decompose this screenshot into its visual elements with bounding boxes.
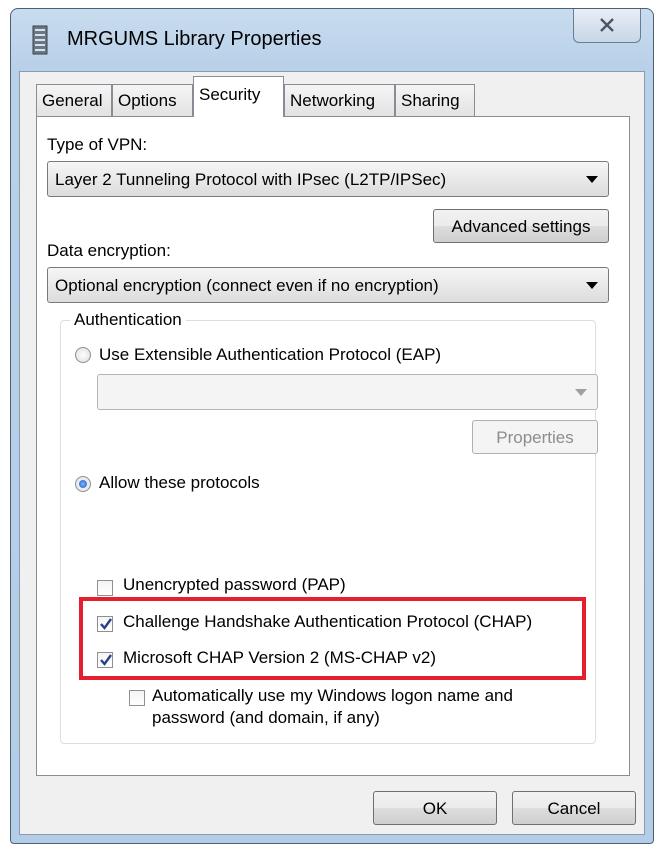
vpn-type-select[interactable]: Layer 2 Tunneling Protocol with IPsec (L… xyxy=(47,161,609,197)
close-button[interactable] xyxy=(573,9,641,43)
data-encryption-label: Data encryption: xyxy=(47,241,171,260)
title-bar[interactable]: MRGUMS Library Properties xyxy=(11,9,653,71)
cancel-button[interactable]: Cancel xyxy=(512,791,636,825)
vpn-type-label: Type of VPN: xyxy=(47,135,148,154)
auto-logon-label-line1[interactable]: Automatically use my Windows logon name … xyxy=(152,686,513,706)
pap-checkbox[interactable] xyxy=(97,580,113,596)
eap-method-select[interactable] xyxy=(97,374,598,410)
ok-button[interactable]: OK xyxy=(373,791,497,825)
highlight-box xyxy=(79,597,586,680)
eap-radio[interactable] xyxy=(75,347,91,363)
tab-security[interactable]: Security xyxy=(193,76,284,117)
pap-label[interactable]: Unencrypted password (PAP) xyxy=(123,575,346,595)
chevron-down-icon xyxy=(575,389,587,396)
tab-networking[interactable]: Networking xyxy=(284,84,395,116)
radio-selected-dot xyxy=(79,480,87,488)
close-icon xyxy=(600,18,614,32)
auto-logon-checkbox[interactable] xyxy=(129,690,145,706)
tab-general[interactable]: General xyxy=(36,84,112,116)
tab-sharing[interactable]: Sharing xyxy=(395,84,475,116)
data-encryption-value: Optional encryption (connect even if no … xyxy=(55,276,439,295)
auto-logon-label-line2[interactable]: password (and domain, if any) xyxy=(152,708,380,728)
advanced-settings-button[interactable]: Advanced settings xyxy=(433,209,609,243)
vpn-type-value: Layer 2 Tunneling Protocol with IPsec (L… xyxy=(55,170,447,189)
allow-protocols-label[interactable]: Allow these protocols xyxy=(99,473,260,493)
allow-protocols-radio[interactable] xyxy=(75,476,91,492)
library-document-icon xyxy=(29,25,51,55)
eap-radio-label[interactable]: Use Extensible Authentication Protocol (… xyxy=(99,345,441,365)
chevron-down-icon xyxy=(586,176,598,183)
authentication-title: Authentication xyxy=(70,310,186,330)
data-encryption-select[interactable]: Optional encryption (connect even if no … xyxy=(47,267,609,303)
chevron-down-icon xyxy=(586,282,598,289)
properties-button[interactable]: Properties xyxy=(472,420,598,454)
tab-options[interactable]: Options xyxy=(112,84,193,116)
window-title: MRGUMS Library Properties xyxy=(67,28,322,50)
